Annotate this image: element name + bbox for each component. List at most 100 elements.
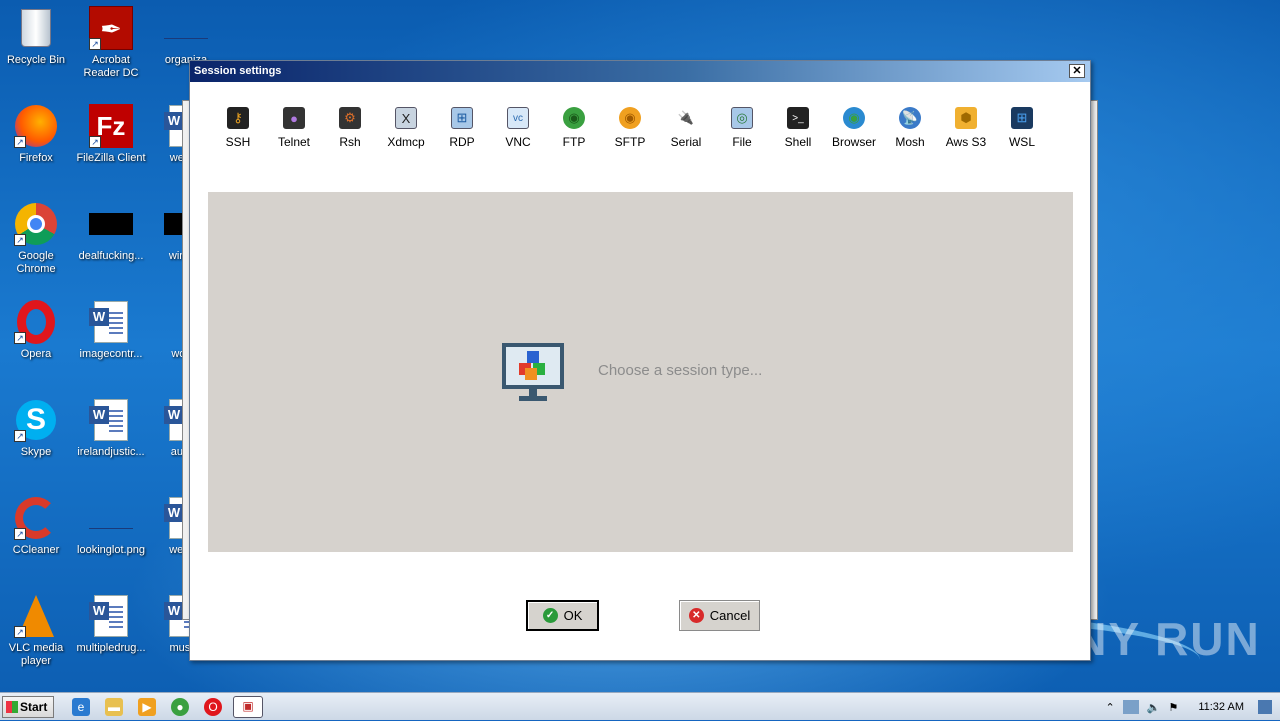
desktop-icon-dealfucking[interactable]: dealfucking... (75, 202, 147, 263)
close-button[interactable]: ✕ (1069, 64, 1085, 78)
globe-icon: ◉ (843, 107, 865, 129)
session-type-rdp[interactable]: ⊞ RDP (434, 99, 490, 149)
session-type-toolbar: ⚷ SSH ● Telnet ⚙ Rsh X Xdmcp ⊞ RDP vc VN… (210, 99, 1050, 149)
action-center-flag-icon[interactable]: ⚑ (1168, 701, 1178, 714)
media-player-icon[interactable]: ▶ (138, 698, 156, 716)
opera-icon[interactable]: O (204, 698, 222, 716)
taskbar: Start e ▬ ▶ ● O ▣ ⌃ 🔈 ⚑ 11:32 AM (0, 692, 1280, 720)
vlc-icon: ↗ (14, 594, 58, 638)
terminal-icon: >_ (787, 107, 809, 129)
vnc-icon: vc (507, 107, 529, 129)
mobaxterm-task-icon[interactable]: ▣ (233, 696, 263, 718)
desktop-icon-imagecontr[interactable]: W imagecontr... (75, 300, 147, 361)
desktop-icon-label: dealfucking... (78, 250, 144, 262)
file-globe-icon: ◎ (731, 107, 753, 129)
system-tray: ⌃ 🔈 ⚑ 11:32 AM (1106, 693, 1280, 721)
desktop-icon-opera[interactable]: ↗ Opera (0, 300, 72, 361)
desktop-icon-label: CCleaner (12, 544, 60, 556)
desktop-icon-multipledrug[interactable]: W multipledrug... (75, 594, 147, 655)
session-type-ssh[interactable]: ⚷ SSH (210, 99, 266, 149)
ie-icon[interactable]: e (72, 698, 90, 716)
folder-icon[interactable]: ▬ (105, 698, 123, 716)
clock[interactable]: 11:32 AM (1198, 701, 1244, 713)
desktop-icon-irelandjustic[interactable]: W irelandjustic... (75, 398, 147, 459)
session-type-rsh[interactable]: ⚙ Rsh (322, 99, 378, 149)
desktop-icon-ccleaner[interactable]: ↗ CCleaner (0, 496, 72, 557)
desktop-icon-organiza[interactable]: organiza (150, 6, 222, 67)
session-type-mosh[interactable]: 📡 Mosh (882, 99, 938, 149)
windows-flag-icon (6, 701, 18, 713)
session-type-label: SFTP (614, 135, 646, 149)
cancel-label: Cancel (709, 608, 751, 623)
session-type-label: Rsh (339, 135, 361, 149)
session-type-telnet[interactable]: ● Telnet (266, 99, 322, 149)
tray-expand-icon[interactable]: ⌃ (1106, 701, 1115, 714)
session-type-label: Shell (784, 135, 812, 149)
start-label: Start (20, 700, 48, 714)
desktop-icon-label: FileZilla Client (76, 152, 146, 164)
acrobat-icon: ✒ ↗ (89, 6, 133, 50)
windows-icon: ⊞ (1011, 107, 1033, 129)
placeholder-text: Choose a session type... (598, 362, 763, 379)
session-type-sftp[interactable]: ◉ SFTP (602, 99, 658, 149)
desktop-icon-firefox[interactable]: ↗ Firefox (0, 104, 72, 165)
word-doc-icon: W (89, 398, 133, 442)
session-type-wsl[interactable]: ⊞ WSL (994, 99, 1050, 149)
desktop-icon-label: Opera (20, 348, 52, 360)
session-type-browser[interactable]: ◉ Browser (826, 99, 882, 149)
desktop-icon-skype[interactable]: S ↗ Skype (0, 398, 72, 459)
ccleaner-icon: ↗ (14, 496, 58, 540)
dialog-titlebar[interactable]: Session settings (190, 61, 1090, 82)
session-type-label: Mosh (895, 135, 925, 149)
cubes-icon: ⬢ (955, 107, 977, 129)
desktop-icon-label: Acrobat Reader DC (83, 54, 139, 79)
chrome-icon: ↗ (14, 202, 58, 246)
ok-label: OK (563, 608, 583, 623)
desktop-icon-acrobat[interactable]: ✒ ↗ Acrobat Reader DC (75, 6, 147, 80)
image-icon (89, 496, 133, 540)
session-settings-panel: Choose a session type... (208, 192, 1073, 552)
session-type-label: Telnet (277, 135, 311, 149)
desktop-icon-chrome[interactable]: ↗ Google Chrome (0, 202, 72, 276)
volume-icon[interactable]: 🔈 (1147, 701, 1161, 714)
network-icon[interactable] (1122, 700, 1139, 714)
start-button[interactable]: Start (2, 696, 54, 718)
desktop-icon-recycle-bin[interactable]: Recycle Bin (0, 6, 72, 67)
desktop-icon-lookinglot[interactable]: lookinglot.png (75, 496, 147, 557)
session-type-label: RDP (449, 135, 475, 149)
desktop-icon-filezilla[interactable]: Fz ↗ FileZilla Client (75, 104, 147, 165)
dialog-title: Session settings (194, 65, 282, 77)
session-type-file[interactable]: ◎ File (714, 99, 770, 149)
satellite-icon: 📡 (899, 107, 921, 129)
desktop-icon-label: Skype (20, 446, 52, 458)
recycle-bin-icon (14, 6, 58, 50)
word-doc-icon: W (89, 300, 133, 344)
session-type-vnc[interactable]: vc VNC (490, 99, 546, 149)
desktop-icon-label: irelandjustic... (77, 446, 145, 458)
session-type-shell[interactable]: >_ Shell (770, 99, 826, 149)
show-desktop-icon[interactable] (1258, 700, 1272, 714)
session-type-ftp[interactable]: ◉ FTP (546, 99, 602, 149)
plug-icon: 🔌 (677, 110, 695, 125)
session-type-serial[interactable]: 🔌 Serial (658, 99, 714, 149)
telnet-icon: ● (283, 107, 305, 129)
globe-icon: ◉ (563, 107, 585, 129)
xdmcp-icon: X (395, 107, 417, 129)
word-doc-icon: W (89, 594, 133, 638)
session-type-xdmcp[interactable]: X Xdmcp (378, 99, 434, 149)
chrome-icon[interactable]: ● (171, 698, 189, 716)
session-type-aws-s3[interactable]: ⬢ Aws S3 (938, 99, 994, 149)
desktop-icon-vlc[interactable]: ↗ VLC media player (0, 594, 72, 668)
globe-icon: ◉ (619, 107, 641, 129)
session-type-label: File (732, 135, 752, 149)
session-type-label: FTP (562, 135, 586, 149)
ok-button[interactable]: ✓ OK (526, 600, 599, 631)
rdp-icon: ⊞ (451, 107, 473, 129)
session-type-label: Aws S3 (945, 135, 987, 149)
session-type-label: VNC (505, 135, 531, 149)
check-icon: ✓ (542, 608, 558, 623)
desktop-icon-label: lookinglot.png (77, 544, 145, 556)
cancel-button[interactable]: ✕ Cancel (679, 600, 760, 631)
skype-icon: S ↗ (14, 398, 58, 442)
firefox-icon: ↗ (14, 104, 58, 148)
